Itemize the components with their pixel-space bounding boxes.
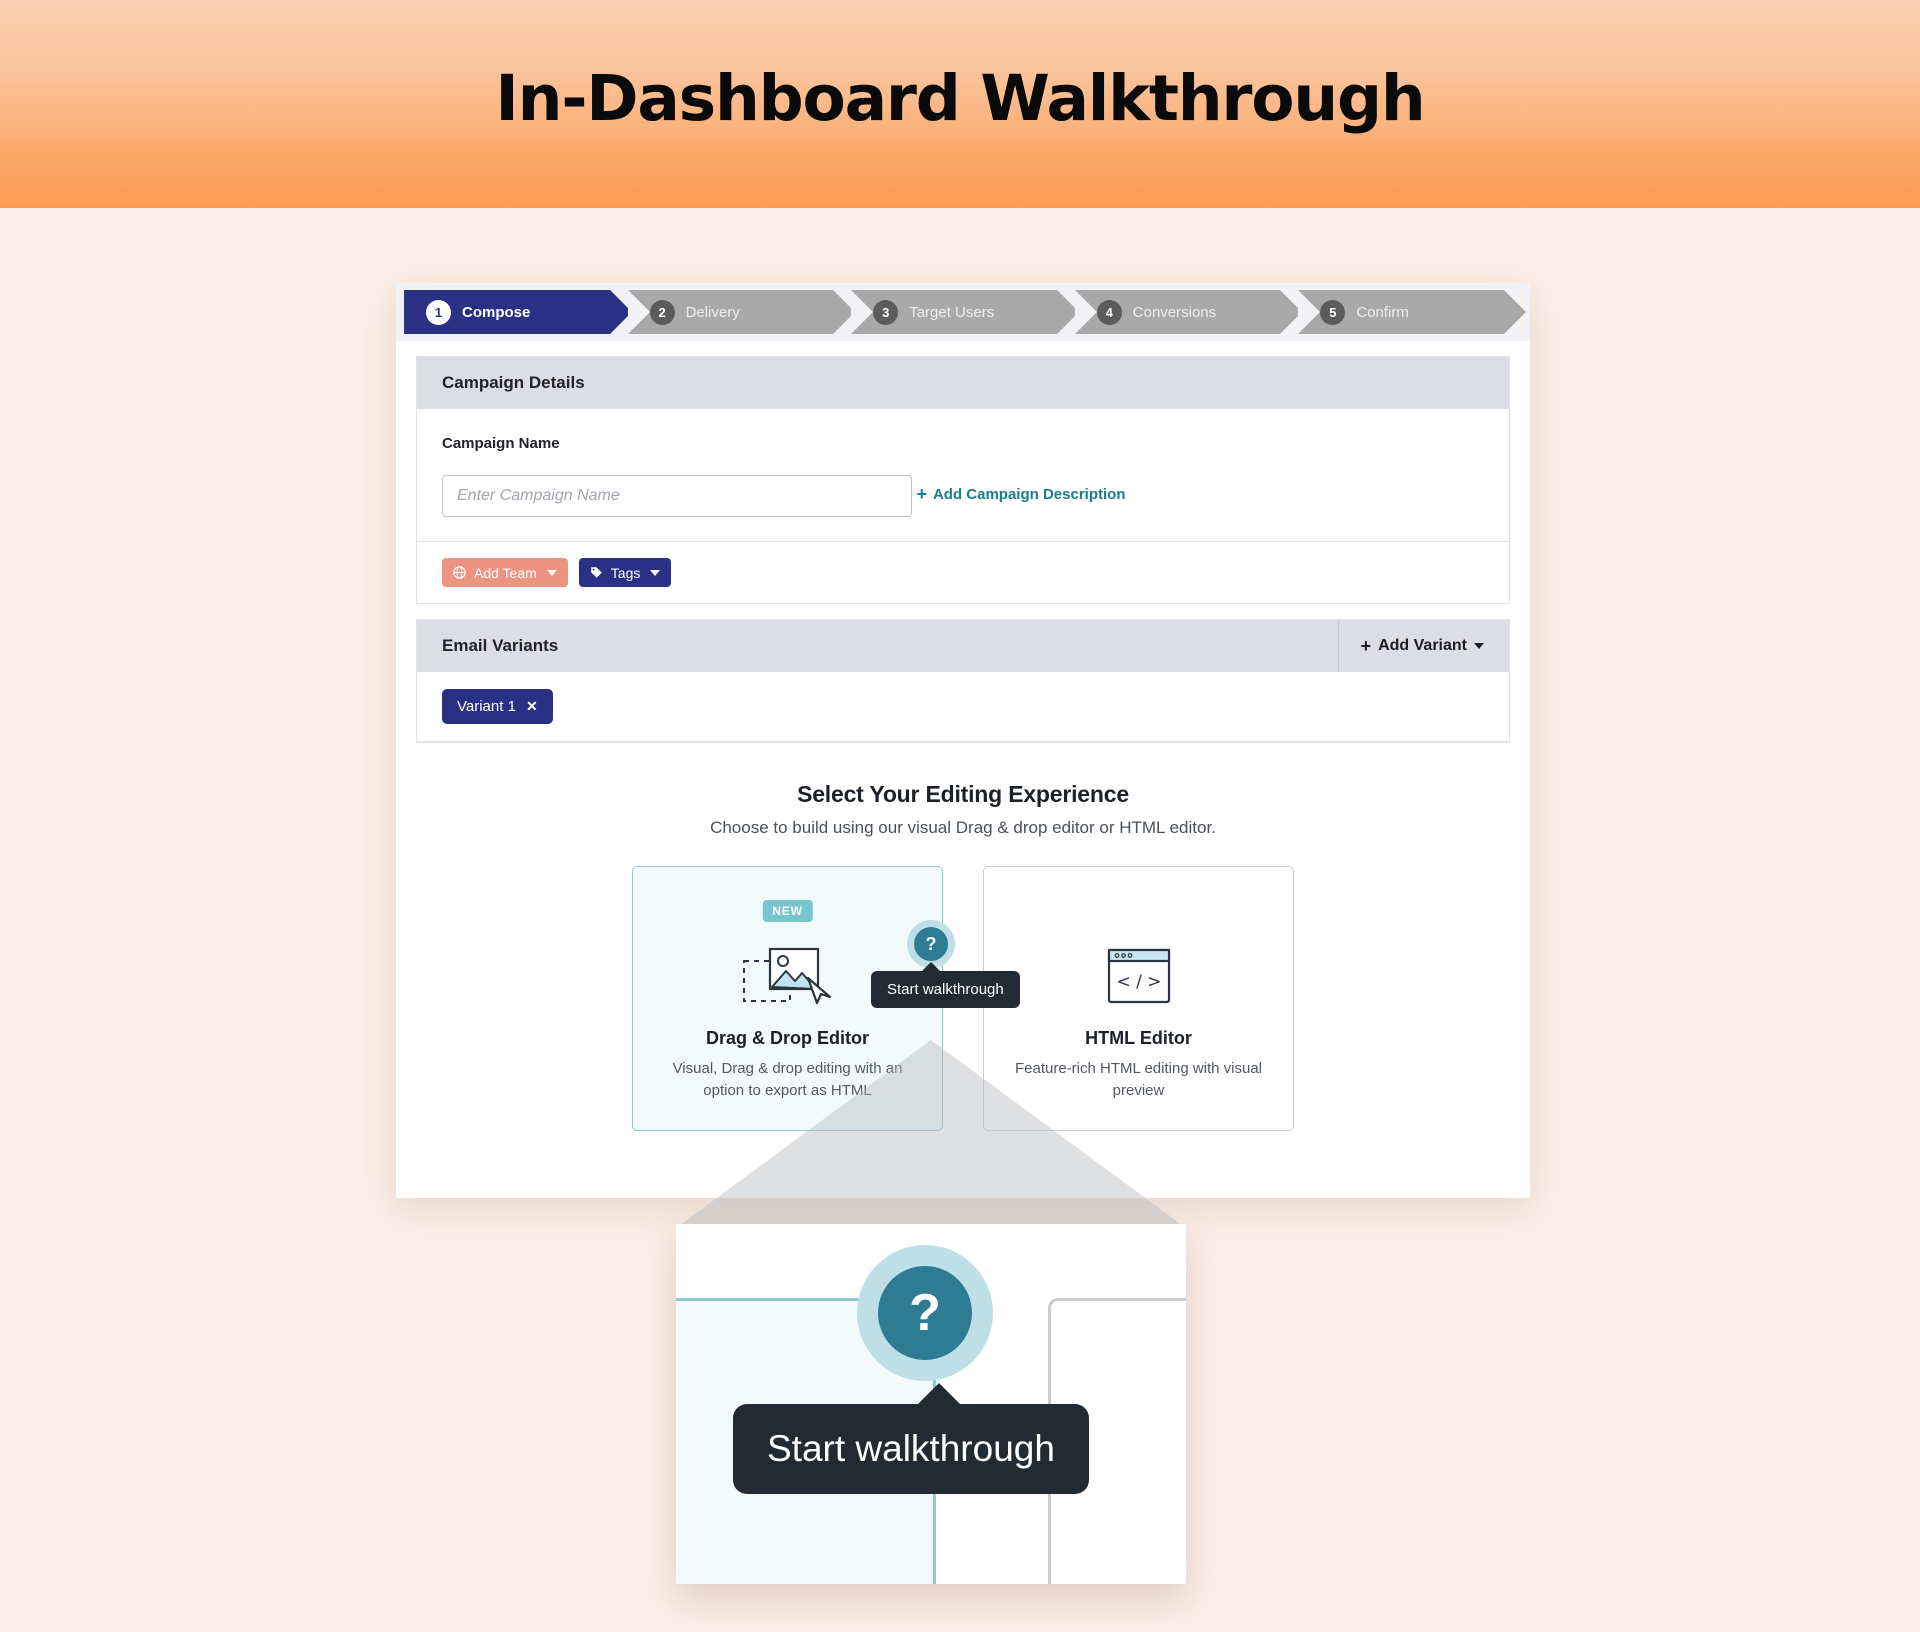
stepper-step-confirm[interactable]: 5 Confirm (1298, 290, 1526, 334)
variant-chip[interactable]: Variant 1 ✕ (442, 689, 553, 724)
step-label: Compose (462, 303, 531, 321)
step-number: 3 (873, 299, 899, 325)
email-variants-panel: Email Variants + Add Variant Variant 1 ✕ (416, 619, 1510, 742)
magnified-start-walkthrough-help-button[interactable]: ? (857, 1245, 993, 1381)
step-label: Conversions (1132, 303, 1217, 321)
tag-icon (591, 567, 602, 578)
editing-experience-subtitle: Choose to build using our visual Drag & … (710, 818, 1216, 837)
step-number: 5 (1320, 299, 1346, 325)
chevron-down-icon (546, 569, 557, 576)
globe-icon (453, 566, 466, 579)
start-walkthrough-tooltip: Start walkthrough (871, 962, 1020, 1008)
add-team-button[interactable]: Add Team (442, 558, 568, 587)
chevron-down-icon (1474, 643, 1484, 649)
question-mark-icon: ? (914, 927, 948, 961)
stepper-step-conversions[interactable]: 4 Conversions (1074, 290, 1302, 334)
tags-button[interactable]: Tags (578, 558, 672, 587)
campaign-details-panel: Campaign Details Campaign Name + Add Cam… (416, 356, 1510, 604)
email-variants-header: Email Variants + Add Variant (417, 620, 1509, 672)
step-label: Delivery (685, 303, 740, 321)
drag-and-drop-editor-title: Drag & Drop Editor (705, 1028, 869, 1048)
variant-list: Variant 1 ✕ (417, 672, 1509, 741)
step-number: 1 (426, 299, 451, 325)
start-walkthrough-help-button[interactable]: ? (907, 920, 955, 968)
campaign-stepper: 1 Compose 2 Delivery 3 Target Users 4 Co… (396, 283, 1530, 341)
step-number: 4 (1096, 299, 1122, 325)
dashboard-screenshot-card: 1 Compose 2 Delivery 3 Target Users 4 Co… (396, 283, 1530, 1198)
campaign-details-body: Campaign Name + Add Campaign Description (417, 409, 1509, 541)
tags-label: Tags (610, 564, 641, 581)
step-label: Target Users (909, 303, 995, 321)
magnified-canvas: ? Start walkthrough (676, 1224, 1186, 1584)
add-team-label: Add Team (474, 564, 537, 581)
question-mark-icon: ? (878, 1266, 972, 1360)
drag-and-drop-editor-description: Visual, Drag & drop editing with an opti… (672, 1060, 903, 1099)
magnified-start-walkthrough-tooltip: Start walkthrough (733, 1383, 1089, 1494)
html-editor-description: Feature-rich HTML editing with visual pr… (1014, 1060, 1263, 1099)
campaign-details-footer: Add Team Tags (417, 541, 1509, 603)
campaign-name-input[interactable] (442, 475, 912, 517)
stepper-step-delivery[interactable]: 2 Delivery (627, 290, 855, 334)
magnified-detail-panel: ? Start walkthrough (676, 1224, 1186, 1584)
chevron-down-icon (650, 569, 661, 576)
plus-icon: + (1360, 636, 1372, 656)
html-code-window-icon: < / > (984, 945, 1293, 1007)
plus-icon: + (916, 484, 927, 504)
step-label: Confirm (1356, 303, 1409, 321)
page-header-banner: In-Dashboard Walkthrough (0, 0, 1920, 208)
new-badge: NEW (762, 900, 813, 922)
variant-chip-label: Variant 1 (457, 698, 516, 715)
add-variant-button[interactable]: + Add Variant (1337, 620, 1509, 672)
campaign-name-label: Campaign Name (442, 435, 560, 452)
add-campaign-description-label: Add Campaign Description (932, 485, 1126, 503)
page-title: In-Dashboard Walkthrough (495, 62, 1425, 135)
html-editor-card[interactable]: < / > HTML Editor Feature-rich HTML edit… (983, 866, 1294, 1131)
add-campaign-description-link[interactable]: + Add Campaign Description (916, 485, 1125, 503)
campaign-details-header: Campaign Details (417, 357, 1509, 409)
step-number: 2 (649, 299, 675, 325)
editing-experience-section: Select Your Editing Experience Choose to… (416, 742, 1510, 1131)
close-icon[interactable]: ✕ (526, 698, 538, 715)
editing-experience-title: Select Your Editing Experience (797, 781, 1129, 807)
campaign-details-title: Campaign Details (442, 373, 585, 392)
svg-text:< / >: < / > (1116, 972, 1161, 992)
stepper-step-target-users[interactable]: 3 Target Users (851, 290, 1079, 334)
add-variant-label: Add Variant (1378, 637, 1467, 654)
stepper-step-compose[interactable]: 1 Compose (404, 290, 632, 334)
email-variants-title: Email Variants (442, 636, 559, 655)
html-editor-title: HTML Editor (1085, 1028, 1192, 1048)
